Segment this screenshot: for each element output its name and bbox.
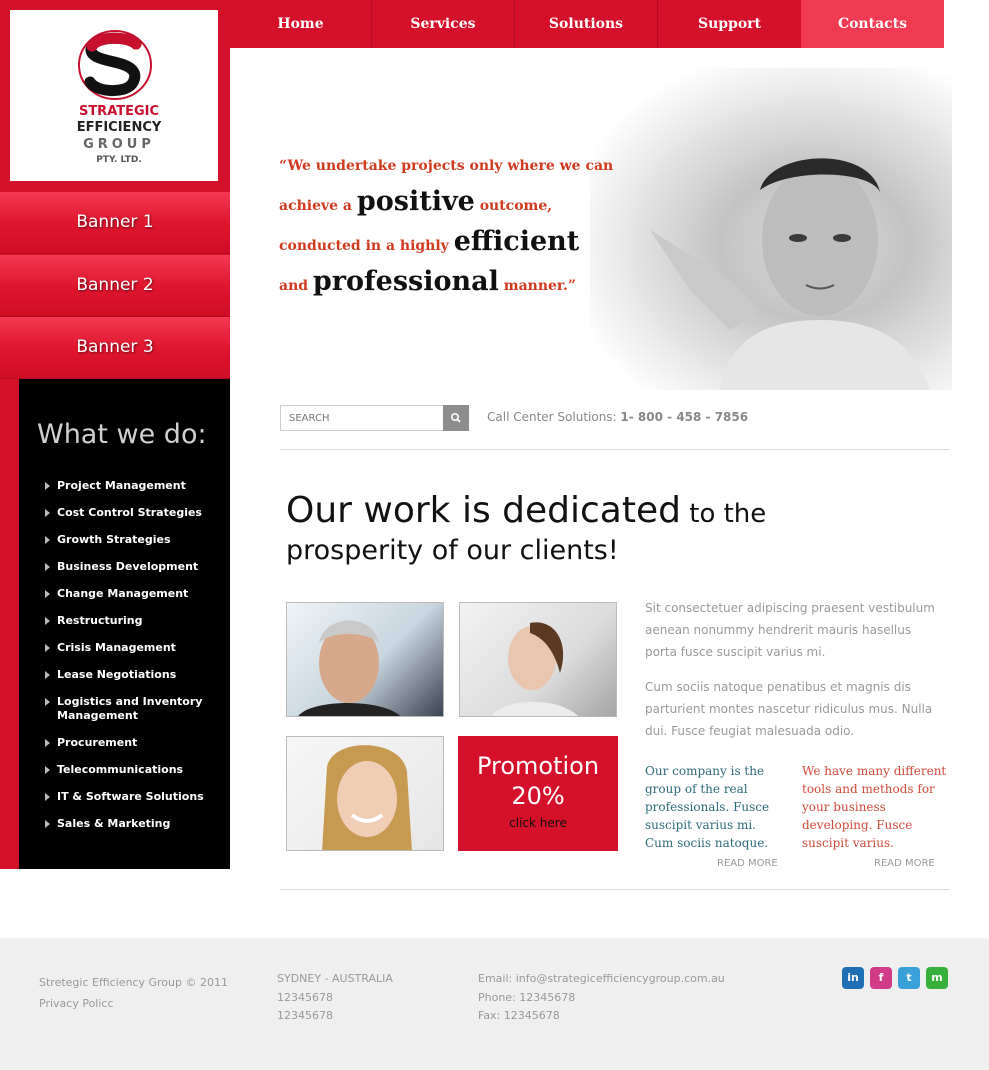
footer-copyright: Stretegic Efficiency Group © 2011 Privac… bbox=[39, 972, 228, 1014]
service-item[interactable]: Crisis Management bbox=[45, 641, 225, 655]
hero-quote: “We undertake projects only where we can… bbox=[279, 148, 679, 304]
intro-paragraph-1: Sit consectetuer adipiscing praesent ves… bbox=[645, 601, 935, 659]
service-item[interactable]: Growth Strategies bbox=[45, 533, 225, 547]
read-more-link[interactable]: READ MORE bbox=[874, 858, 935, 869]
privacy-policy-link[interactable]: Privacy Policc bbox=[39, 997, 114, 1010]
businesswoman-photo bbox=[459, 602, 617, 717]
search-bar bbox=[280, 405, 469, 431]
main-headline: Our work is dedicated to the prosperity … bbox=[286, 490, 767, 566]
address-phone-2: 12345678 bbox=[277, 1009, 333, 1022]
copyright-text: Stretegic Efficiency Group © 2011 bbox=[39, 976, 228, 989]
service-item[interactable]: Procurement bbox=[45, 736, 225, 750]
address-city: SYDNEY - AUSTRALIA bbox=[277, 972, 393, 985]
nav-contacts[interactable]: Contacts bbox=[801, 0, 944, 48]
promotion-box[interactable]: Promotion 20% click here bbox=[458, 736, 618, 851]
left-column: STRATEGIC EFFICIENCY GROUP PTY. LTD. Ban… bbox=[0, 0, 230, 869]
search-icon bbox=[451, 413, 461, 423]
banner-1-button[interactable]: Banner 1 bbox=[0, 192, 230, 254]
arrow-right-icon bbox=[45, 563, 50, 571]
quote-line-4: and professional manner.” bbox=[279, 266, 576, 297]
promotion-title: Promotion bbox=[476, 752, 600, 780]
service-item[interactable]: Lease Negotiations bbox=[45, 668, 225, 682]
quote-line-3: conducted in a highly efficient bbox=[279, 226, 580, 257]
promotion-link[interactable]: click here bbox=[458, 816, 618, 830]
nav-support[interactable]: Support bbox=[658, 0, 801, 48]
arrow-right-icon bbox=[45, 617, 50, 625]
footer-address: SYDNEY - AUSTRALIA 12345678 12345678 bbox=[277, 970, 393, 1026]
top-navigation: Home Services Solutions Support Contacts bbox=[230, 0, 944, 48]
facebook-icon[interactable]: f bbox=[870, 967, 892, 989]
footer-contact: Email: info@strategicefficiencygroup.com… bbox=[478, 970, 725, 1026]
arrow-right-icon bbox=[45, 482, 50, 490]
logo-text-line1: STRATEGIC bbox=[78, 104, 160, 119]
service-item[interactable]: Logistics and Inventory Management bbox=[45, 695, 225, 723]
arrow-right-icon bbox=[45, 509, 50, 517]
banner-2-button[interactable]: Banner 2 bbox=[0, 255, 230, 317]
service-item[interactable]: Sales & Marketing bbox=[45, 817, 225, 831]
arrow-right-icon bbox=[45, 698, 50, 706]
what-we-do-panel: What we do: Project Management Cost Cont… bbox=[19, 379, 230, 869]
search-input[interactable] bbox=[280, 405, 444, 431]
businessman-photo bbox=[286, 602, 444, 717]
quote-line-2: achieve a positive outcome, bbox=[279, 186, 553, 217]
nav-home[interactable]: Home bbox=[230, 0, 372, 48]
quote-line-1: “We undertake projects only where we can bbox=[279, 158, 614, 174]
messenger-icon[interactable]: m bbox=[926, 967, 948, 989]
linkedin-icon[interactable]: in bbox=[842, 967, 864, 989]
logo-text-line2: EFFICIENCY bbox=[76, 120, 162, 135]
nav-services[interactable]: Services bbox=[372, 0, 515, 48]
banner-3-button[interactable]: Banner 3 bbox=[0, 317, 230, 379]
logo-s-icon bbox=[78, 30, 152, 100]
service-item[interactable]: Restructuring bbox=[45, 614, 225, 628]
logo-text-line4: PTY. LTD. bbox=[96, 155, 142, 165]
divider bbox=[280, 449, 950, 450]
footer: Stretegic Efficiency Group © 2011 Privac… bbox=[0, 938, 989, 1070]
what-we-do-title: What we do: bbox=[37, 419, 207, 450]
service-item[interactable]: Project Management bbox=[45, 479, 225, 493]
service-item[interactable]: Change Management bbox=[45, 587, 225, 601]
call-center-number: 1- 800 - 458 - 7856 bbox=[620, 410, 749, 424]
promotion-percent: 20% bbox=[511, 782, 565, 810]
smiling-woman-photo bbox=[286, 736, 444, 851]
service-item[interactable]: Telecommunications bbox=[45, 763, 225, 777]
company-column-text: Our company is the group of the real pro… bbox=[645, 764, 770, 850]
twitter-icon[interactable]: t bbox=[898, 967, 920, 989]
service-item[interactable]: Business Development bbox=[45, 560, 225, 574]
logo-text-line3: GROUP bbox=[83, 137, 155, 152]
intro-paragraph-2: Cum sociis natoque penatibus et magnis d… bbox=[645, 680, 933, 738]
service-item[interactable]: Cost Control Strategies bbox=[45, 506, 225, 520]
service-list: Project Management Cost Control Strategi… bbox=[45, 479, 225, 844]
contact-email[interactable]: Email: info@strategicefficiencygroup.com… bbox=[478, 970, 725, 989]
contact-fax: Fax: 12345678 bbox=[478, 1009, 560, 1022]
hero-banner: “We undertake projects only where we can… bbox=[230, 48, 952, 390]
arrow-right-icon bbox=[45, 793, 50, 801]
contact-phone: Phone: 12345678 bbox=[478, 990, 576, 1004]
arrow-right-icon bbox=[45, 766, 50, 774]
call-center-info: Call Center Solutions: 1- 800 - 458 - 78… bbox=[487, 410, 749, 424]
service-item[interactable]: IT & Software Solutions bbox=[45, 790, 225, 804]
read-more-link[interactable]: READ MORE bbox=[717, 858, 778, 869]
tools-column-text: We have many different tools and methods… bbox=[802, 764, 947, 850]
arrow-right-icon bbox=[45, 820, 50, 828]
logo[interactable]: STRATEGIC EFFICIENCY GROUP PTY. LTD. bbox=[10, 10, 218, 181]
social-links: in f t m bbox=[842, 967, 948, 989]
arrow-right-icon bbox=[45, 739, 50, 747]
address-phone-1: 12345678 bbox=[277, 990, 333, 1004]
divider bbox=[280, 889, 950, 890]
arrow-right-icon bbox=[45, 536, 50, 544]
arrow-right-icon bbox=[45, 644, 50, 652]
arrow-right-icon bbox=[45, 671, 50, 679]
search-button[interactable] bbox=[443, 405, 469, 431]
nav-solutions[interactable]: Solutions bbox=[515, 0, 658, 48]
arrow-right-icon bbox=[45, 590, 50, 598]
